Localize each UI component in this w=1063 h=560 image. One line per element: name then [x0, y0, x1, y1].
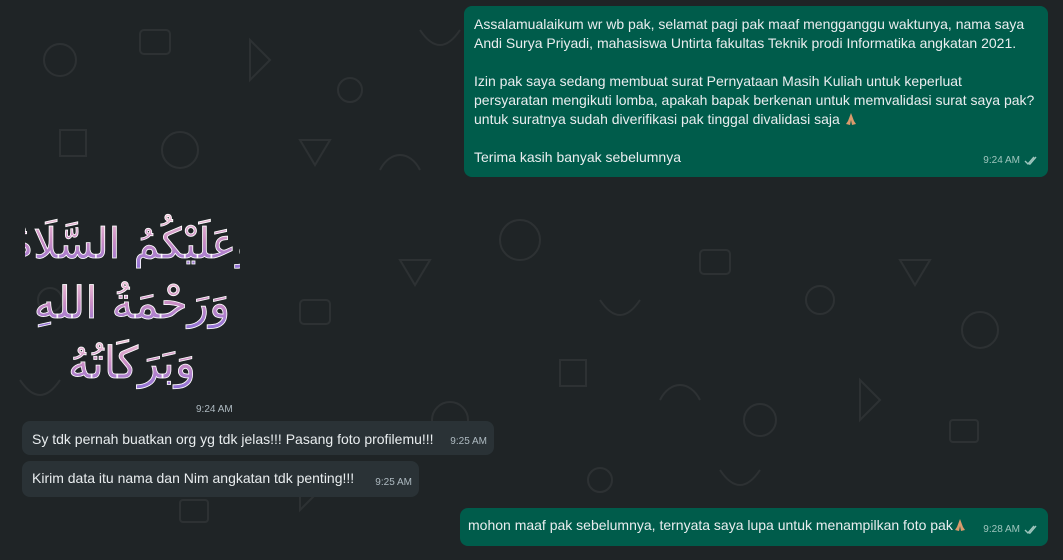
message-text: Izin pak saya sedang membuat surat Perny…	[474, 73, 1039, 127]
praying-hands-emoji	[954, 519, 965, 531]
sticker-line-2: وَرَحْمَةُ اللهِ	[34, 278, 231, 329]
outgoing-message[interactable]: mohon maaf pak sebelumnya, ternyata saya…	[460, 508, 1048, 546]
message-text: mohon maaf pak sebelumnya, ternyata saya…	[468, 516, 1038, 535]
message-text: Terima kasih banyak sebelumnya	[474, 149, 681, 165]
sticker-line-3: وَبَرَكَاتُهُ	[68, 338, 196, 389]
message-meta: 9:25 AM	[375, 473, 412, 492]
arabic-calligraphy-sticker: وَعَلَيْكُمُ السَّلَامُ وَرَحْمَةُ اللهِ…	[7, 213, 257, 389]
message-meta: 9:25 AM	[450, 432, 487, 451]
message-time: 9:25 AM	[450, 436, 487, 447]
sticker-message[interactable]: وَعَلَيْكُمُ السَّلَامُ وَرَحْمَةُ اللهِ…	[7, 200, 257, 400]
double-check-icon	[1024, 156, 1037, 165]
message-meta: 9:24 AM	[983, 151, 1038, 170]
double-check-icon	[1024, 525, 1037, 534]
praying-hands-emoji	[845, 113, 856, 125]
message-meta: 9:28 AM	[983, 520, 1038, 539]
message-text: Sy tdk pernah buatkan org yg tdk jelas!!…	[32, 431, 434, 447]
message-text: Assalamualaikum wr wb pak, selamat pagi …	[474, 16, 1028, 51]
message-time: 9:28 AM	[983, 524, 1020, 535]
message-time: 9:24 AM	[983, 155, 1020, 166]
outgoing-message[interactable]: Assalamualaikum wr wb pak, selamat pagi …	[464, 6, 1048, 177]
incoming-message[interactable]: Kirim data itu nama dan Nim angkatan tdk…	[22, 461, 419, 497]
chat-panel: Assalamualaikum wr wb pak, selamat pagi …	[0, 0, 1063, 560]
message-time: 9:24 AM	[196, 404, 233, 415]
message-text: Kirim data itu nama dan Nim angkatan tdk…	[32, 470, 355, 486]
incoming-message[interactable]: Sy tdk pernah buatkan org yg tdk jelas!!…	[22, 421, 494, 455]
message-time: 9:25 AM	[375, 477, 412, 488]
sticker-line-1: وَعَلَيْكُمُ السَّلَامُ	[25, 214, 240, 269]
